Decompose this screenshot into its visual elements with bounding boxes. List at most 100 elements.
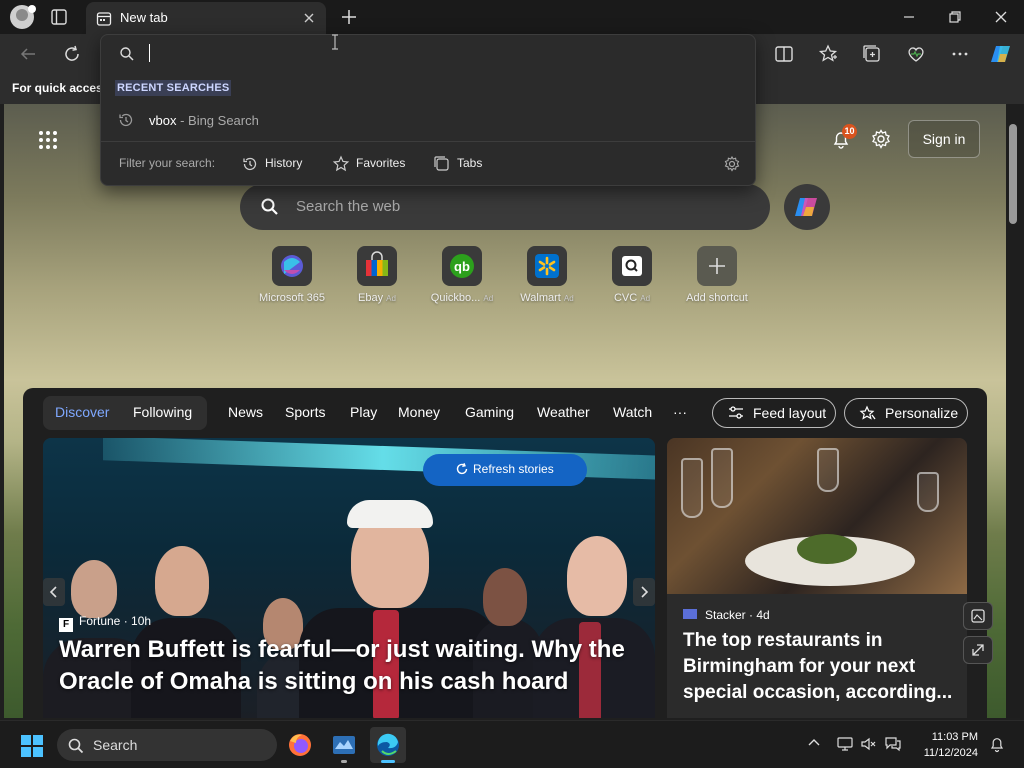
address-input-caret[interactable] bbox=[149, 44, 150, 62]
recent-search-engine: - Bing Search bbox=[176, 113, 259, 128]
recent-search-text: vbox - Bing Search bbox=[149, 113, 259, 128]
back-arrow-icon[interactable] bbox=[16, 42, 40, 66]
shortcut-label-text: Quickbo... bbox=[430, 292, 481, 304]
more-tabs-button[interactable]: ··· bbox=[673, 404, 687, 420]
shortcut-label: Microsoft 365 bbox=[252, 292, 332, 304]
recent-search-item[interactable]: vbox - Bing Search bbox=[101, 107, 755, 135]
copilot-icon bbox=[795, 198, 817, 216]
image-view-icon[interactable] bbox=[963, 602, 993, 630]
tab-discover[interactable]: Discover bbox=[55, 404, 109, 420]
recent-searches-heading: RECENT SEARCHES bbox=[115, 80, 232, 96]
clock-time: 11:03 PM bbox=[931, 731, 978, 743]
split-screen-icon[interactable] bbox=[772, 42, 796, 66]
taskbar-search-box[interactable]: Search bbox=[57, 729, 277, 761]
shortcut-ebay[interactable]: Ebay Ad bbox=[337, 246, 417, 316]
shortcut-label-text: Ebay bbox=[358, 292, 384, 304]
page-settings-gear-icon[interactable] bbox=[870, 128, 892, 150]
tab-sports[interactable]: Sports bbox=[285, 404, 325, 420]
carousel-next-icon[interactable] bbox=[633, 578, 655, 606]
restaurant-photo bbox=[667, 438, 967, 594]
collections-icon[interactable] bbox=[860, 42, 884, 66]
web-search-placeholder: Search the web bbox=[296, 198, 401, 215]
close-window-icon[interactable] bbox=[990, 6, 1012, 28]
shortcut-walmart[interactable]: Walmart Ad bbox=[507, 246, 587, 316]
news-card-main[interactable]: Refresh stories F Fortune · 10h Warren Bu… bbox=[43, 438, 655, 718]
feed-layout-button[interactable]: Feed layout bbox=[712, 398, 836, 428]
chat-bubbles-icon[interactable] bbox=[884, 735, 902, 756]
sign-in-button[interactable]: Sign in bbox=[908, 120, 980, 158]
refresh-stories-button[interactable]: Refresh stories bbox=[423, 454, 587, 486]
article-source: F Fortune · 10h bbox=[59, 614, 151, 632]
expand-icon[interactable] bbox=[963, 636, 993, 664]
browser-essentials-icon[interactable] bbox=[904, 42, 928, 66]
volume-muted-icon[interactable] bbox=[860, 735, 878, 756]
refresh-icon bbox=[455, 462, 469, 479]
page-scrollbar[interactable] bbox=[1006, 104, 1020, 718]
photo-wine-glass bbox=[681, 458, 703, 518]
minimize-icon[interactable] bbox=[898, 6, 920, 28]
scrollbar-thumb[interactable] bbox=[1009, 124, 1017, 224]
shortcut-quickbooks[interactable]: qb Quickbo... Ad bbox=[422, 246, 502, 316]
shortcut-label: Quickbo... Ad bbox=[422, 292, 502, 304]
windows-start-icon[interactable] bbox=[20, 734, 44, 761]
web-search-box[interactable]: Search the web bbox=[240, 184, 770, 230]
notification-center-bell-icon[interactable] bbox=[988, 735, 1006, 756]
edge-taskbar-icon[interactable] bbox=[370, 727, 406, 763]
filter-tabs-label: Tabs bbox=[457, 156, 483, 170]
filter-tabs[interactable]: Tabs bbox=[433, 151, 493, 175]
tab-actions-icon[interactable] bbox=[50, 8, 68, 26]
copilot-icon[interactable] bbox=[988, 42, 1012, 66]
personalize-label: Personalize bbox=[885, 405, 959, 421]
close-tab-icon[interactable] bbox=[300, 9, 318, 27]
tab-news[interactable]: News bbox=[228, 404, 263, 420]
article-headline[interactable]: Warren Buffett is fearful—or just waitin… bbox=[59, 634, 629, 698]
favorites-bar-hint: For quick access bbox=[12, 81, 110, 95]
photo-wine-glass bbox=[917, 472, 939, 512]
system-clock[interactable]: 11:03 PM 11/12/2024 bbox=[918, 729, 978, 761]
star-icon bbox=[332, 155, 350, 176]
refresh-stories-label: Refresh stories bbox=[473, 462, 554, 476]
network-monitor-icon[interactable] bbox=[836, 735, 854, 756]
windows-taskbar: Search 11:03 PM 11/12/2024 bbox=[0, 720, 1024, 768]
news-card-side[interactable]: Stacker · 4d The top restaurants in Birm… bbox=[667, 438, 967, 718]
tab-weather[interactable]: Weather bbox=[537, 404, 590, 420]
refresh-icon[interactable] bbox=[60, 42, 84, 66]
shortcut-label-text: Microsoft 365 bbox=[258, 292, 326, 304]
new-tab-plus-icon[interactable] bbox=[338, 6, 360, 28]
tab-following[interactable]: Following bbox=[133, 404, 192, 420]
personalize-button[interactable]: Personalize bbox=[844, 398, 968, 428]
carousel-prev-icon[interactable] bbox=[43, 578, 65, 606]
firefox-icon[interactable] bbox=[282, 727, 318, 763]
shortcut-add[interactable]: Add shortcut bbox=[677, 246, 757, 316]
filter-favorites[interactable]: Favorites bbox=[332, 151, 412, 175]
text-cursor-icon bbox=[331, 34, 339, 50]
tab-money[interactable]: Money bbox=[398, 404, 440, 420]
copilot-search-button[interactable] bbox=[784, 184, 830, 230]
shortcut-microsoft-365[interactable]: Microsoft 365 bbox=[252, 246, 332, 316]
feed-layout-label: Feed layout bbox=[753, 405, 827, 421]
tab-play[interactable]: Play bbox=[350, 404, 377, 420]
virtualbox-app-icon[interactable] bbox=[326, 727, 362, 763]
feed-mode-switch: Discover Following bbox=[43, 396, 207, 430]
tab-gaming[interactable]: Gaming bbox=[465, 404, 514, 420]
photo-wine-glass bbox=[817, 448, 839, 492]
search-icon bbox=[67, 737, 85, 758]
favorites-star-icon[interactable] bbox=[816, 42, 840, 66]
shortcut-label-text: Add shortcut bbox=[686, 292, 748, 304]
tab-watch[interactable]: Watch bbox=[613, 404, 652, 420]
restore-icon[interactable] bbox=[944, 6, 966, 28]
app-launcher-icon[interactable] bbox=[38, 130, 58, 150]
cvc-search-icon bbox=[612, 246, 652, 286]
show-hidden-icons-chevron-icon[interactable] bbox=[806, 735, 822, 754]
tab-new-tab[interactable]: New tab bbox=[86, 2, 326, 34]
shortcut-cvc[interactable]: CVC Ad bbox=[592, 246, 672, 316]
ad-marker: Ad bbox=[563, 294, 574, 303]
address-bar-dropdown: RECENT SEARCHES vbox - Bing Search Filte… bbox=[100, 34, 756, 186]
add-plus-icon bbox=[697, 246, 737, 286]
more-options-icon[interactable] bbox=[948, 42, 972, 66]
photo-figure bbox=[483, 568, 527, 626]
article-headline[interactable]: The top restaurants in Birmingham for yo… bbox=[683, 628, 953, 706]
newtab-page-icon bbox=[96, 11, 112, 30]
search-settings-gear-icon[interactable] bbox=[723, 155, 741, 176]
filter-history[interactable]: History bbox=[241, 151, 311, 175]
